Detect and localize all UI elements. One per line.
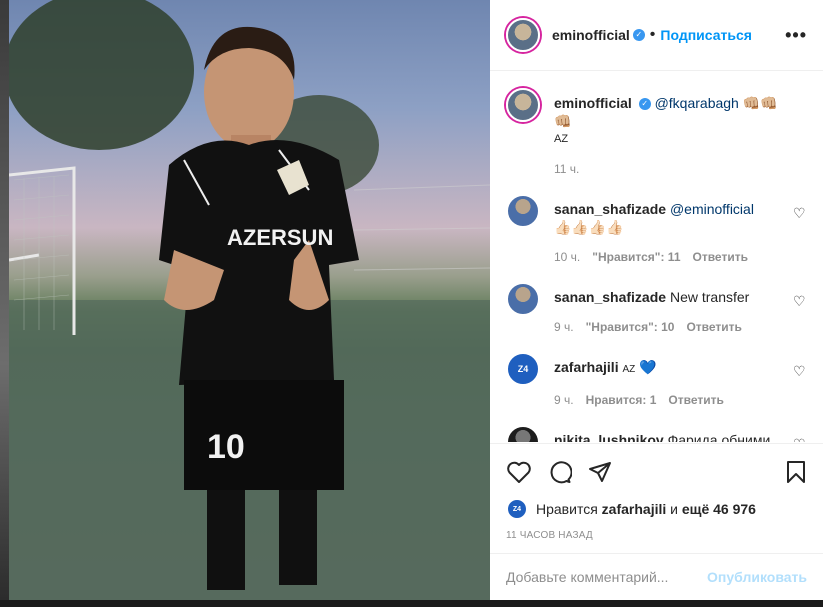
comments-list[interactable]: eminofficial ✓ @fkqarabagh 👊🏼👊🏼👊🏼 AZ 11 …: [490, 72, 823, 442]
add-comment-bar: Добавьте комментарий... Опубликовать: [490, 553, 823, 600]
post-photo[interactable]: AZERSUN 10: [9, 0, 490, 600]
likes-middle: и: [670, 501, 678, 517]
likes-others[interactable]: ещё 46 976: [682, 501, 756, 517]
likes-prefix: Нравится: [536, 501, 598, 517]
post-side-panel: eminofficial ✓ • Подписаться ••• eminoff…: [490, 0, 823, 600]
comment-item: nikita_lushnikov Фарида обними от меня 👊…: [506, 425, 807, 442]
shorts-number: 10: [207, 428, 245, 466]
like-heart-icon[interactable]: [506, 460, 532, 484]
comment-time[interactable]: 9 ч.: [554, 393, 574, 407]
post-comment-button[interactable]: Опубликовать: [707, 569, 807, 585]
caption-avatar[interactable]: [506, 88, 540, 122]
like-comment-heart-icon[interactable]: ♡: [793, 294, 807, 308]
author-username[interactable]: eminofficial: [552, 27, 630, 43]
post-timestamp[interactable]: 11 ЧАСОВ НАЗАД: [506, 530, 807, 541]
caption: eminofficial ✓ @fkqarabagh 👊🏼👊🏼👊🏼 AZ 11 …: [506, 88, 807, 178]
background-page: [0, 0, 9, 607]
verified-badge-icon: ✓: [632, 29, 645, 41]
comment-username[interactable]: nikita_lushnikov: [554, 432, 664, 442]
comment-item: sanan_shafizade @eminofficial 👍🏻👍🏻👍🏻👍🏻 1…: [506, 194, 807, 266]
reply-button[interactable]: Ответить: [686, 320, 741, 334]
comment-time[interactable]: 9 ч.: [554, 320, 574, 334]
like-comment-heart-icon[interactable]: ♡: [793, 206, 807, 220]
commenter-avatar[interactable]: [506, 282, 540, 316]
reply-button[interactable]: Ответить: [668, 393, 723, 407]
comment-item: Z4 zafarhajili AZ 💙 9 ч. Нравится: 1 Ответ…: [506, 352, 807, 409]
background-page-bottom: [0, 600, 823, 607]
comment-username[interactable]: sanan_shafizade: [554, 201, 666, 217]
commenter-avatar[interactable]: [506, 194, 540, 228]
liker-avatar: Z4: [506, 498, 528, 520]
photo-illustration: [9, 0, 490, 600]
comment-input[interactable]: Добавьте комментарий...: [506, 569, 707, 585]
commenter-avatar[interactable]: Z4: [506, 352, 540, 386]
comment-likes[interactable]: "Нравится": 11: [592, 250, 680, 264]
reply-button[interactable]: Ответить: [693, 250, 748, 264]
caption-mention[interactable]: @fkqarabagh: [655, 95, 739, 111]
comment-emoji: 💙: [639, 359, 657, 375]
jersey-text: AZERSUN: [227, 225, 334, 250]
caption-suffix: AZ: [554, 133, 569, 145]
caption-time[interactable]: 11 ч.: [554, 160, 779, 178]
comment-mention[interactable]: @eminofficial: [670, 201, 754, 217]
liker-username[interactable]: zafarhajili: [602, 501, 667, 517]
like-comment-heart-icon[interactable]: ♡: [793, 437, 807, 442]
separator-dot: •: [649, 26, 656, 43]
share-send-icon[interactable]: [588, 460, 612, 484]
more-options-icon[interactable]: •••: [785, 25, 807, 46]
post-header: eminofficial ✓ • Подписаться •••: [490, 0, 823, 71]
comment-item: sanan_shafizade New transfer 9 ч. "Нравит…: [506, 282, 807, 336]
comment-text: AZ: [622, 364, 636, 375]
follow-button[interactable]: Подписаться: [660, 27, 752, 43]
comment-likes[interactable]: "Нравится": 10: [586, 320, 675, 334]
likes-summary[interactable]: Z4 Нравится zafarhajili и ещё 46 976: [506, 498, 807, 520]
verified-badge-icon: ✓: [638, 98, 651, 111]
commenter-avatar[interactable]: [506, 425, 540, 442]
comment-username[interactable]: zafarhajili: [554, 359, 619, 375]
post-actions: Z4 Нравится zafarhajili и ещё 46 976 11 …: [490, 443, 823, 553]
like-comment-heart-icon[interactable]: ♡: [793, 364, 807, 378]
comment-bubble-icon[interactable]: [548, 460, 572, 484]
comment-time[interactable]: 10 ч.: [554, 250, 580, 264]
comment-emoji: 👍🏻👍🏻👍🏻👍🏻: [554, 219, 624, 235]
comment-text: New transfer: [669, 289, 750, 305]
comment-username[interactable]: sanan_shafizade: [554, 289, 666, 305]
bookmark-save-icon[interactable]: [785, 460, 807, 484]
comment-likes[interactable]: Нравится: 1: [586, 393, 657, 407]
author-avatar[interactable]: [506, 18, 540, 52]
caption-username[interactable]: eminofficial: [554, 95, 632, 111]
